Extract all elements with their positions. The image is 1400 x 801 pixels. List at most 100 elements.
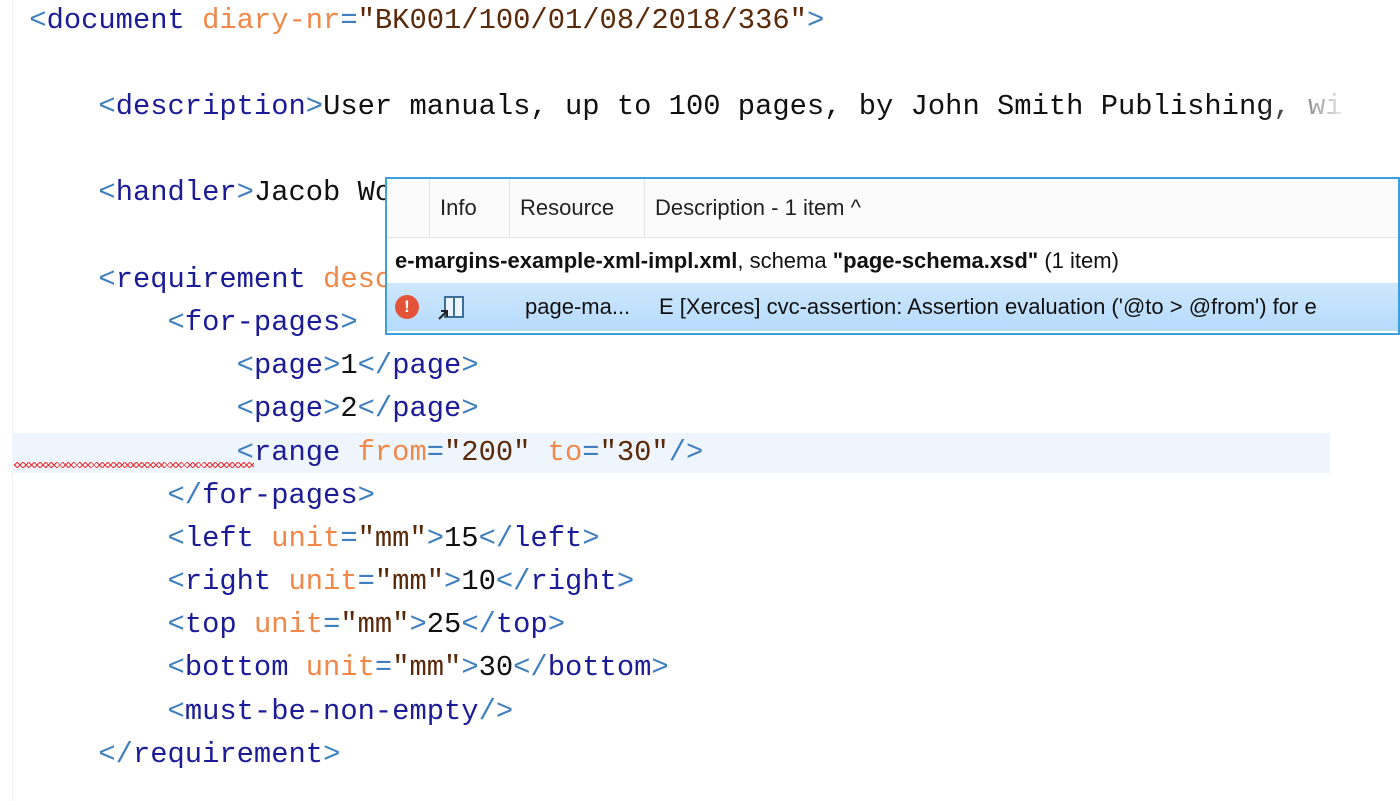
code-line[interactable]: <page>2</page>: [12, 389, 479, 429]
code-token: handler: [115, 176, 237, 209]
code-token: <: [167, 522, 185, 555]
code-token: </: [513, 651, 548, 684]
code-token: >: [444, 565, 462, 598]
code-line[interactable]: <bottom unit="mm">30</bottom>: [12, 648, 669, 688]
code-token: <: [167, 306, 185, 339]
code-token: for-pages: [202, 479, 358, 512]
error-squiggle: [14, 462, 254, 468]
code-token: =: [374, 651, 393, 684]
code-token: bottom: [547, 651, 652, 684]
code-token: 25: [426, 608, 462, 641]
group-sep: , schema: [737, 248, 833, 273]
code-token: >: [547, 608, 565, 641]
problem-group[interactable]: e-margins-example-xml-impl.xml, schema "…: [395, 241, 1119, 281]
code-token: />: [668, 436, 704, 469]
book-link-icon: [438, 296, 464, 320]
code-token: right: [530, 565, 617, 598]
code-token: "mm": [374, 565, 445, 598]
code-line[interactable]: <must-be-non-empty/>: [12, 692, 514, 732]
code-token: <: [236, 392, 254, 425]
code-token: =: [357, 565, 375, 598]
code-token: </: [357, 349, 393, 382]
code-token: >: [323, 392, 341, 425]
code-token: bottom: [184, 651, 289, 684]
code-token: unit: [253, 608, 324, 641]
code-token: </: [357, 392, 393, 425]
code-token: 1: [340, 349, 358, 382]
code-token: requirement: [115, 263, 306, 296]
code-token: <: [98, 90, 116, 123]
code-line[interactable]: <left unit="mm">15</left>: [12, 519, 600, 559]
code-line[interactable]: <for-pages>: [12, 303, 358, 343]
code-token: User manuals, up to 100 pages, by John S…: [323, 90, 1343, 123]
problems-popup[interactable]: Info Resource Description - 1 item ^ e-m…: [385, 177, 1400, 335]
code-token: >: [236, 176, 254, 209]
code-token: >: [357, 479, 375, 512]
column-resource[interactable]: Resource: [509, 179, 635, 237]
problem-resource: page-ma...: [525, 294, 631, 319]
code-token: </: [495, 565, 531, 598]
code-line[interactable]: </for-pages>: [12, 476, 375, 516]
code-token: =: [323, 608, 341, 641]
code-token: 15: [444, 522, 479, 555]
code-token: <: [236, 349, 254, 382]
code-token: >: [340, 306, 358, 339]
code-token: />: [478, 695, 514, 728]
code-token: <: [29, 4, 47, 37]
code-token: >: [806, 4, 825, 37]
code-token: >: [323, 738, 341, 771]
code-token: must-be-non-empty: [184, 695, 479, 728]
code-token: "BK001/100/01/08/2018/336": [357, 4, 807, 37]
code-line[interactable]: <description>User manuals, up to 100 pag…: [12, 87, 1343, 127]
error-icon: !: [395, 295, 419, 319]
code-token: to: [547, 436, 583, 469]
code-line[interactable]: <page>1</page>: [12, 346, 479, 386]
code-token: page: [392, 349, 462, 382]
code-token: page: [392, 392, 462, 425]
xml-editor[interactable]: <document diary-nr="BK001/100/01/08/2018…: [0, 0, 1400, 801]
code-token: 30: [478, 651, 514, 684]
column-description[interactable]: Description - 1 item ^: [644, 179, 955, 237]
code-token: =: [340, 4, 358, 37]
code-token: 10: [461, 565, 496, 598]
code-token: document: [46, 4, 185, 37]
code-token: range: [253, 436, 341, 469]
code-token: "mm": [392, 651, 462, 684]
code-token: from: [357, 436, 427, 469]
code-token: "mm": [357, 522, 427, 555]
code-token: unit: [271, 522, 341, 555]
code-token: top: [184, 608, 237, 641]
column-info[interactable]: Info: [429, 179, 510, 237]
problem-description: E [Xerces] cvc-assertion: Assertion eval…: [659, 294, 1317, 319]
code-token: =: [426, 436, 445, 469]
problem-row[interactable]: ! page-ma... E [Xerces] cvc-assertion: A…: [387, 283, 1398, 331]
problems-header: Info Resource Description - 1 item ^: [387, 179, 1398, 238]
code-line[interactable]: </requirement>: [12, 735, 340, 775]
code-token: page: [253, 392, 324, 425]
text-fade: [1260, 85, 1350, 130]
code-token: =: [582, 436, 600, 469]
code-line[interactable]: <top unit="mm">25</top>: [12, 605, 565, 645]
code-token: <: [167, 608, 185, 641]
code-line[interactable]: <right unit="mm">10</right>: [12, 562, 635, 602]
code-token: <: [98, 263, 116, 296]
code-token: for-pages: [184, 306, 341, 339]
code-token: unit: [305, 651, 375, 684]
code-token: >: [305, 90, 324, 123]
code-line[interactable]: <document diary-nr="BK001/100/01/08/2018…: [12, 1, 824, 41]
code-token: >: [616, 565, 635, 598]
code-token: >: [323, 349, 341, 382]
code-token: >: [409, 608, 427, 641]
code-token: >: [651, 651, 669, 684]
code-token: >: [426, 522, 445, 555]
code-token: >: [582, 522, 600, 555]
code-line[interactable]: <requirement descri: [12, 260, 426, 300]
